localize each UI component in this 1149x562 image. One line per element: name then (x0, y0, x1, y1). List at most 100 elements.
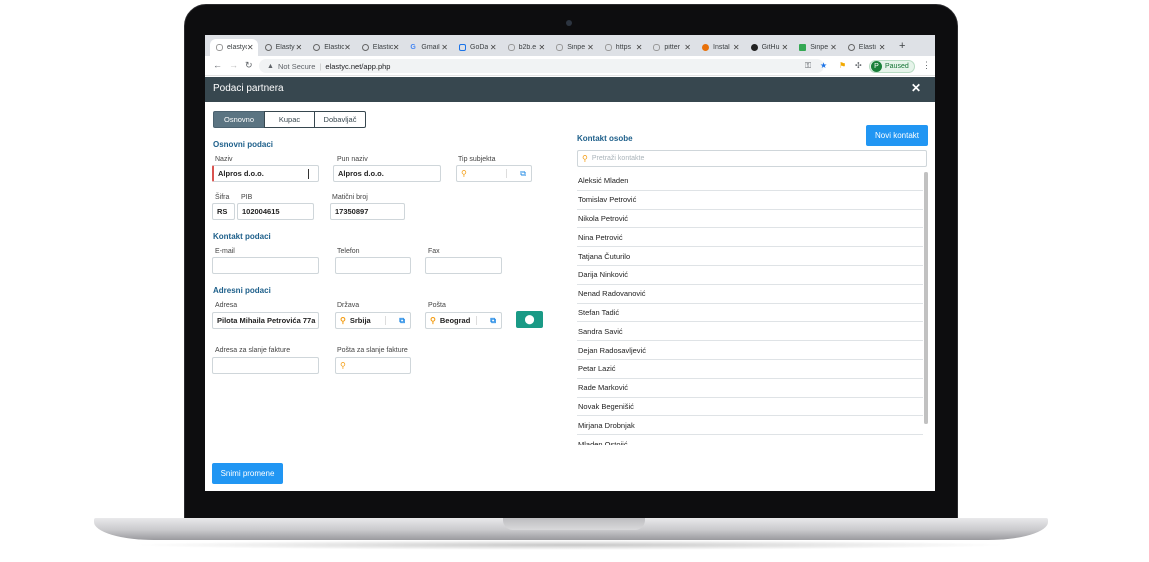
tab-close-icon[interactable]: ✕ (830, 43, 837, 52)
browser-tab[interactable]: b2b.e ✕ (502, 39, 550, 56)
list-item[interactable]: Sandra Savić (577, 322, 923, 342)
browser-tab[interactable]: Elastic ✕ (356, 39, 404, 56)
list-item[interactable]: Petar Lazić (577, 360, 923, 379)
sifra-field[interactable]: RS (212, 203, 235, 220)
tab-close-icon[interactable]: ✕ (636, 43, 643, 52)
list-item[interactable]: Mirjana Drobnjak (577, 416, 923, 436)
tab-label: https (615, 44, 631, 51)
naziv-field[interactable]: Alpros d.o.o. (212, 165, 319, 182)
fax-field[interactable] (425, 257, 502, 274)
tab-close-icon[interactable]: ✕ (247, 43, 254, 52)
external-link-icon[interactable]: ⧉ (490, 316, 496, 326)
browser-tab[interactable]: G Gmail ✕ (404, 39, 452, 56)
posta-select[interactable]: ⚲ Beograd ⧉ (425, 312, 502, 329)
camera (566, 20, 572, 26)
browser-tab[interactable]: GitHu ✕ (745, 39, 793, 56)
forward-icon[interactable]: → (229, 60, 238, 70)
scrollbar-thumb[interactable] (924, 172, 928, 424)
tip-subjekta-select[interactable]: ⚲ ⧉ (456, 165, 532, 182)
profile-button[interactable]: P Paused (869, 60, 915, 73)
contact-search-placeholder: Pretraži kontakte (591, 155, 645, 162)
cloud-favicon-icon (507, 44, 515, 51)
tab-close-icon[interactable]: ✕ (733, 43, 740, 52)
external-link-icon[interactable]: ⧉ (399, 316, 405, 326)
list-item[interactable]: Nikola Petrović (577, 210, 923, 229)
list-item[interactable]: Novak Begenišić (577, 398, 923, 417)
list-item[interactable]: Dejan Radosavljević (577, 341, 923, 360)
list-item[interactable]: Nenad Radovanović (577, 285, 923, 304)
tab-close-icon[interactable]: ✕ (344, 43, 351, 52)
key-icon[interactable]: ⚿ (805, 61, 811, 71)
browser-tab[interactable]: GoDa ✕ (453, 39, 501, 56)
list-item[interactable]: Tatjana Čuturilo (577, 247, 923, 266)
puzzle-icon[interactable]: ✣ (855, 61, 862, 70)
tab-label: b2b.e (518, 44, 537, 51)
tab-close-icon[interactable]: ✕ (538, 43, 545, 52)
tab-group: Osnovno Kupac Dobavljač (213, 111, 366, 128)
telefon-label: Telefon (337, 248, 360, 255)
new-contact-button[interactable]: Novi kontakt (866, 125, 928, 146)
tab-label: pitter (664, 44, 680, 51)
map-pin-button[interactable]: ⬤ (516, 311, 543, 328)
browser-tab[interactable]: pitter ✕ (647, 39, 695, 56)
browser-tab[interactable]: Elasti ✕ (842, 39, 890, 56)
pib-field[interactable]: 102004615 (237, 203, 314, 220)
browser-tab[interactable]: Elasty ✕ (259, 39, 307, 56)
tab-label: Elasty (275, 44, 295, 51)
more-menu-icon[interactable]: ⋮ (922, 60, 931, 71)
tab-osnovno[interactable]: Osnovno (213, 111, 265, 128)
tab-close-icon[interactable]: ✕ (781, 43, 788, 52)
new-tab-button[interactable]: + (899, 40, 905, 52)
browser-tab[interactable]: Sinpe ✕ (550, 39, 598, 56)
cloud-favicon-icon (604, 44, 612, 51)
address-bar[interactable]: ▲ Not Secure | elastyc.net/app.php (259, 59, 824, 73)
tab-kupac[interactable]: Kupac (264, 111, 315, 128)
external-link-icon[interactable]: ⧉ (520, 169, 526, 179)
browser-tab[interactable]: Sinpe ✕ (793, 39, 841, 56)
back-icon[interactable]: ← (213, 60, 222, 70)
list-item[interactable]: Mladen Ostojić (577, 435, 923, 445)
browser-tab[interactable]: elastyc ✕ (210, 39, 258, 56)
list-item[interactable]: Stefan Tadić (577, 304, 923, 323)
tab-label: Elastic (372, 44, 393, 51)
drzava-select[interactable]: ⚲ Srbija ⧉ (335, 312, 411, 329)
adresa-fakture-label: Adresa za slanje fakture (215, 347, 291, 354)
close-icon[interactable]: ✕ (911, 81, 921, 95)
list-item[interactable]: Nina Petrović (577, 228, 923, 248)
browser-tab[interactable]: Elastic ✕ (307, 39, 355, 56)
tab-close-icon[interactable]: ✕ (393, 43, 400, 52)
email-field[interactable] (212, 257, 319, 274)
list-item[interactable]: Rade Marković (577, 379, 923, 398)
bookmark-star-icon[interactable]: ★ (820, 61, 827, 70)
tab-close-icon[interactable]: ✕ (879, 43, 886, 52)
naziv-label: Naziv (215, 156, 233, 163)
tab-close-icon[interactable]: ✕ (684, 43, 691, 52)
list-item[interactable]: Darija Ninković (577, 266, 923, 285)
tab-close-icon[interactable]: ✕ (587, 43, 594, 52)
telefon-field[interactable] (335, 257, 411, 274)
pib-value: 102004615 (242, 207, 280, 216)
posta-fakture-select[interactable]: ⚲ (335, 357, 411, 374)
adresa-fakture-field[interactable] (212, 357, 319, 374)
adresa-field[interactable]: Pilota Mihaila Petrovića 77a (212, 312, 319, 329)
reload-icon[interactable]: ↻ (245, 60, 253, 71)
browser-tab[interactable]: Instal ✕ (696, 39, 744, 56)
map-pin-icon: ⬤ (524, 314, 535, 324)
list-item[interactable]: Tomislav Petrović (577, 191, 923, 210)
save-button[interactable]: Snimi promene (212, 463, 283, 484)
pun-naziv-field[interactable]: Alpros d.o.o. (333, 165, 441, 182)
browser-tab[interactable]: https ✕ (599, 39, 647, 56)
tab-close-icon[interactable]: ✕ (295, 43, 302, 52)
contact-search-input[interactable]: ⚲ Pretraži kontakte (577, 150, 927, 167)
tab-close-icon[interactable]: ✕ (490, 43, 497, 52)
extension-icon[interactable]: ⚑ (839, 61, 846, 70)
maticni-broj-field[interactable]: 17350897 (330, 203, 405, 220)
tab-close-icon[interactable]: ✕ (441, 43, 448, 52)
globe-favicon-icon (313, 44, 321, 51)
field-divider (506, 169, 507, 178)
list-item[interactable]: Aleksić Mladen (577, 172, 923, 191)
browser-toolbar: ← → ↻ ▲ Not Secure | elastyc.net/app.php… (205, 56, 935, 76)
drzava-value: Srbija (349, 316, 371, 325)
warning-icon: ▲ (267, 62, 274, 70)
tab-dobavljac[interactable]: Dobavljač (314, 111, 366, 128)
